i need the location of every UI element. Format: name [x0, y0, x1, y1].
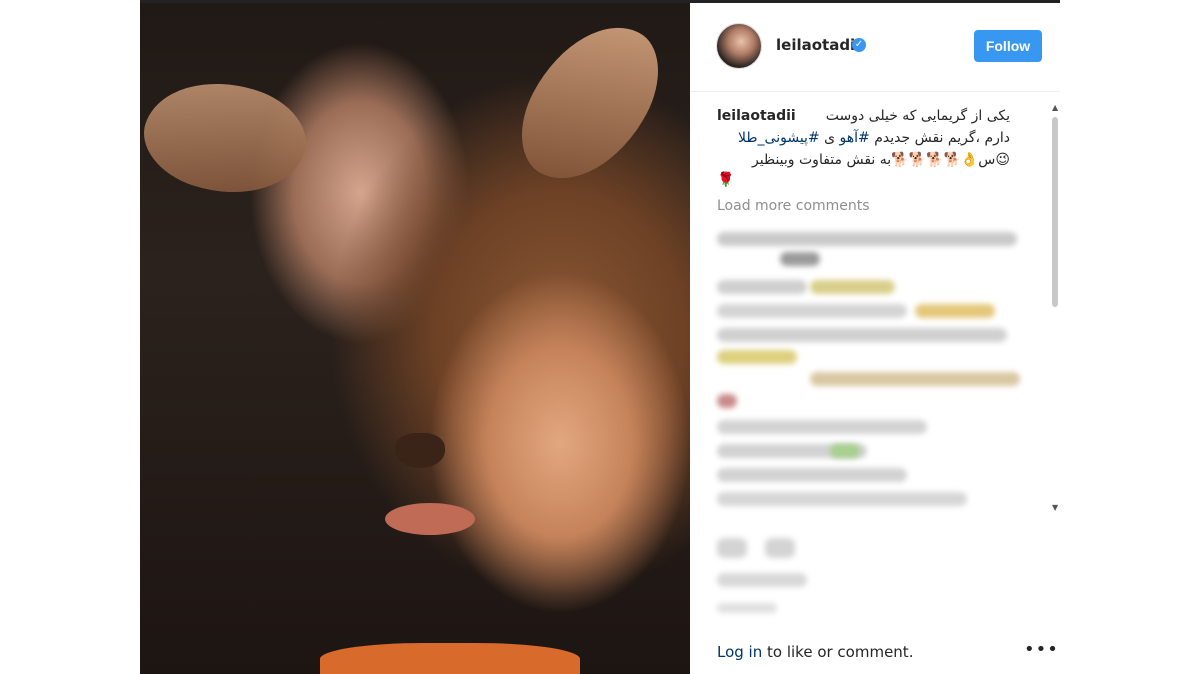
username-link[interactable]: leilaotadii	[776, 36, 860, 54]
shirt	[320, 643, 580, 674]
load-more-comments-link[interactable]: Load more comments	[717, 198, 870, 214]
post-header: leilaotadii ✓ Follow	[690, 3, 1060, 92]
blurred-comment	[810, 280, 895, 294]
scroll-thumb[interactable]	[1052, 117, 1058, 307]
comments-scrollbar[interactable]: ▲ ▼	[1050, 103, 1060, 513]
blurred-comment	[830, 444, 860, 458]
more-options-icon[interactable]: •••	[1024, 639, 1059, 660]
hashtag-link[interactable]: #پیشونی_طلا	[738, 130, 820, 146]
blurred-icon	[765, 538, 795, 558]
scroll-up-icon[interactable]: ▲	[1052, 103, 1058, 112]
blurred-comment	[717, 304, 907, 318]
caption-line-1: یکی از گریمایی که خیلی دوست	[825, 108, 1010, 124]
blurred-comment	[717, 420, 927, 434]
blurred-comment	[717, 280, 807, 294]
avatar[interactable]	[716, 23, 762, 69]
comments-area: leilaotadii یکی از گریمایی که خیلی دوست …	[690, 92, 1050, 512]
blurred-comment	[717, 468, 907, 482]
login-prompt-text: to like or comment.	[762, 643, 914, 661]
follow-button[interactable]: Follow	[974, 30, 1042, 62]
lips	[385, 503, 475, 535]
blurred-likes	[717, 573, 807, 587]
blurred-comment	[915, 304, 995, 318]
post-photo[interactable]	[140, 3, 690, 674]
blurred-icon	[717, 538, 747, 558]
verified-badge-icon: ✓	[852, 38, 866, 52]
deer-ear-left	[140, 60, 319, 216]
deer-ear-right	[501, 3, 679, 204]
blurred-actions	[690, 518, 1050, 628]
scroll-down-icon[interactable]: ▼	[1052, 503, 1058, 512]
blurred-date	[717, 603, 777, 613]
post-side-panel: leilaotadii ✓ Follow leilaotadii یکی از …	[690, 3, 1060, 674]
caption-line-4: 🌹	[717, 172, 735, 188]
blurred-comment	[810, 372, 1020, 386]
painted-nose	[395, 433, 445, 468]
login-link[interactable]: Log in	[717, 643, 762, 661]
caption-username[interactable]: leilaotadii	[717, 108, 796, 124]
login-prompt: Log in to like or comment.	[717, 643, 913, 661]
hashtag-link[interactable]: #آهو	[840, 130, 870, 146]
caption-text: دارم ،گریم نقش جدیدم	[869, 130, 1010, 146]
blurred-comment	[717, 394, 737, 408]
blurred-comment	[717, 328, 1007, 342]
caption-line-2: دارم ،گریم نقش جدیدم #آهو ی #پیشونی_طلا	[738, 130, 1010, 146]
caption-line-3: 😉س👌🐕🐕🐕🐕به نقش متفاوت وبینظیر	[752, 152, 1010, 168]
blurred-comment	[717, 232, 1017, 246]
blurred-comment	[780, 252, 820, 266]
caption-text: ی	[819, 130, 840, 146]
blurred-comment	[717, 492, 967, 506]
blurred-comment	[717, 350, 797, 364]
